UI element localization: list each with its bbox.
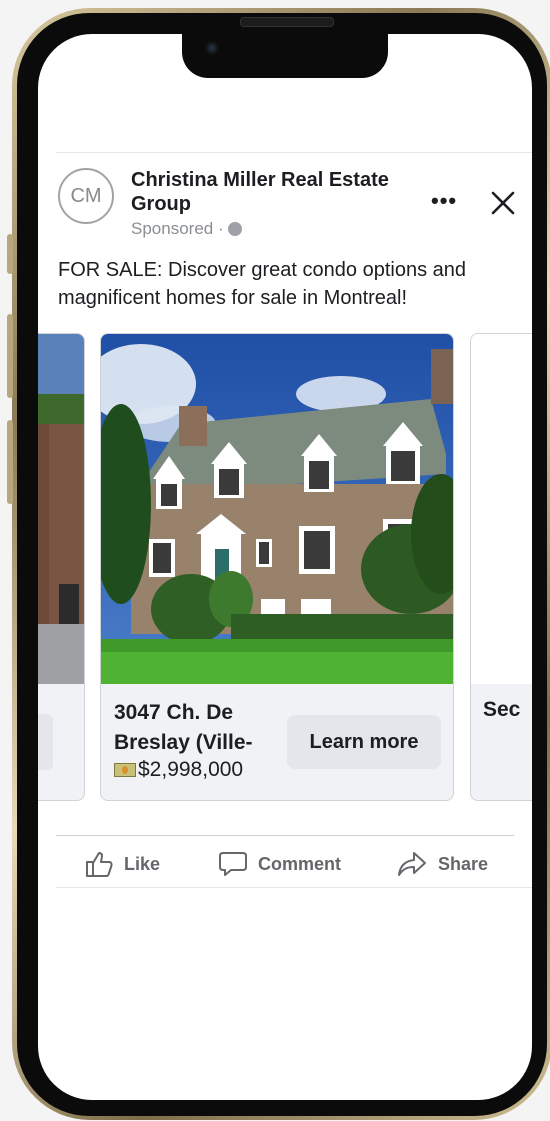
silent-switch (7, 234, 13, 274)
card-title[interactable]: 3047 Ch. De Breslay (Ville- (114, 698, 284, 758)
share-label: Share (438, 853, 489, 874)
card-cta-previous[interactable] (38, 714, 53, 770)
comment-button[interactable]: Comment (218, 846, 341, 882)
like-button[interactable]: Like (84, 846, 160, 882)
learn-more-button[interactable]: Learn more (287, 715, 441, 769)
front-camera (205, 41, 219, 55)
share-icon (398, 852, 426, 876)
carousel-card-previous[interactable] (38, 333, 85, 801)
money-icon (114, 763, 136, 777)
close-icon[interactable] (490, 190, 516, 216)
like-icon (86, 852, 113, 877)
page-name[interactable]: Christina Miller Real Estate Group (131, 168, 421, 216)
phone-screen: CM Christina Miller Real Estate Group Sp… (38, 34, 532, 1100)
card-title-next[interactable]: Sec (483, 698, 520, 722)
volume-up-button (7, 314, 13, 398)
post-top-divider (56, 152, 532, 153)
volume-down-button (7, 420, 13, 504)
actions-top-divider (56, 835, 514, 836)
globe-icon (227, 222, 242, 236)
actions-bottom-divider (56, 887, 532, 888)
carousel-card-main[interactable]: 3047 Ch. De Breslay (Ville- $2,998,000 L… (100, 333, 454, 801)
card-image-previous (38, 334, 84, 684)
card-image-next (471, 334, 532, 684)
sponsored-text[interactable]: Sponsored · (131, 219, 224, 239)
avatar[interactable]: CM (58, 168, 114, 224)
carousel-card-next[interactable]: Sec (470, 333, 532, 801)
comment-label: Comment (258, 853, 342, 874)
share-button[interactable]: Share (396, 846, 488, 882)
card-price-value: $2,998,000 (138, 758, 244, 781)
comment-icon (219, 852, 247, 876)
avatar-initials: CM (70, 184, 102, 207)
sponsored-label: Sponsored · (131, 219, 242, 239)
post-text: FOR SALE: Discover great condo options a… (58, 259, 466, 309)
card-price: $2,998,000 (114, 758, 243, 782)
like-label: Like (124, 853, 161, 874)
phone-speaker (240, 17, 334, 27)
house-photo[interactable] (101, 334, 453, 684)
more-options-icon[interactable]: ••• (431, 190, 457, 212)
